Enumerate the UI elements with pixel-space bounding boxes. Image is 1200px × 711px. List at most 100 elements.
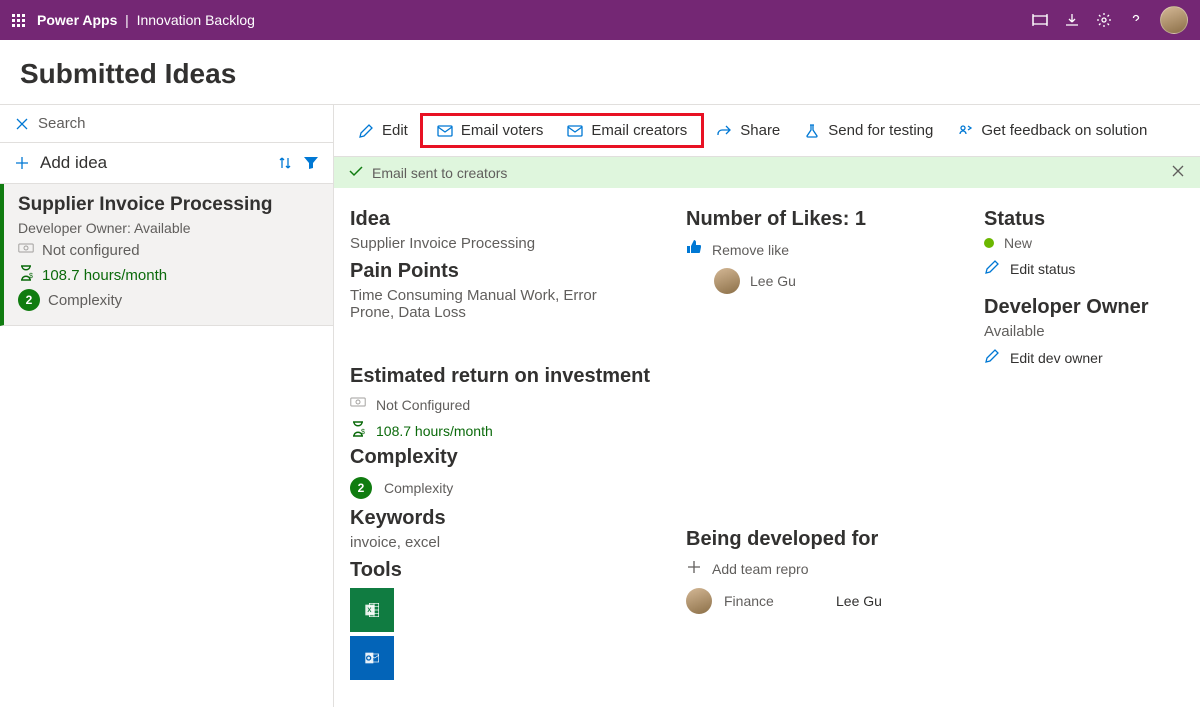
remove-like-row[interactable]: Remove like: [686, 239, 966, 260]
detail-col-right: Status New Edit status Developer Owner A…: [984, 202, 1184, 680]
close-icon[interactable]: [1170, 163, 1186, 182]
roi-not-configured-row: Not Configured: [350, 394, 668, 415]
roi-hours-label: 108.7 hours/month: [376, 423, 493, 439]
keywords-value: invoice, excel: [350, 534, 668, 551]
complexity-row: 2 Complexity: [350, 477, 668, 499]
outlook-icon[interactable]: [350, 636, 394, 680]
email-voters-button[interactable]: Email voters: [425, 118, 556, 143]
svg-text:$: $: [361, 429, 365, 436]
search-input[interactable]: [38, 115, 319, 132]
idea-heading: Idea: [350, 208, 668, 231]
app-title-group: Power Apps | Innovation Backlog: [37, 12, 255, 28]
top-bar-right: [1032, 6, 1188, 34]
idea-card-title: Supplier Invoice Processing: [18, 194, 319, 216]
edit-dev-owner-button[interactable]: Edit dev owner: [984, 348, 1184, 367]
sort-icon[interactable]: [277, 155, 293, 171]
share-icon: [716, 123, 732, 139]
plus-icon: [14, 155, 30, 171]
likes-heading: Number of Likes: 1: [686, 208, 966, 231]
email-voters-label: Email voters: [461, 122, 544, 139]
pencil-icon: [358, 123, 374, 139]
plus-icon: [686, 559, 702, 578]
status-message: Email sent to creators: [372, 165, 507, 181]
detail-panel: Edit Email voters Email creators Share S…: [334, 105, 1200, 707]
clear-search-icon[interactable]: [14, 116, 30, 132]
edit-status-label: Edit status: [1010, 261, 1075, 277]
team-name: Finance: [724, 593, 824, 609]
send-for-testing-button[interactable]: Send for testing: [792, 118, 945, 143]
complexity-heading: Complexity: [350, 446, 668, 469]
get-feedback-button[interactable]: Get feedback on solution: [945, 118, 1159, 143]
liker-row: Lee Gu: [686, 268, 966, 294]
hourglass-icon: $: [18, 265, 34, 285]
send-testing-label: Send for testing: [828, 122, 933, 139]
roi-heading: Estimated return on investment: [350, 365, 668, 388]
app-name: Innovation Backlog: [137, 12, 255, 28]
edit-dev-owner-label: Edit dev owner: [1010, 350, 1103, 366]
excel-icon[interactable]: X: [350, 588, 394, 632]
fit-screen-icon[interactable]: [1032, 12, 1048, 28]
idea-card-complexity-row: 2 Complexity: [18, 289, 319, 311]
dev-owner-value: Available: [984, 323, 1184, 340]
detail-body: Idea Supplier Invoice Processing Pain Po…: [334, 188, 1200, 694]
waffle-icon[interactable]: [12, 14, 25, 27]
hours-label: 108.7 hours/month: [42, 267, 167, 284]
complexity-badge: 2: [18, 289, 40, 311]
add-idea-actions: [277, 155, 319, 171]
highlighted-actions: Email voters Email creators: [420, 113, 704, 148]
email-creators-button[interactable]: Email creators: [555, 118, 699, 143]
status-bar: Email sent to creators: [334, 157, 1200, 188]
user-avatar-small: [686, 588, 712, 614]
add-idea-label: Add idea: [40, 153, 107, 173]
search-row: [0, 105, 333, 143]
search-input-wrap[interactable]: [14, 115, 319, 132]
remove-like-label: Remove like: [712, 242, 789, 258]
check-icon: [348, 163, 364, 182]
idea-card[interactable]: Supplier Invoice Processing Developer Ow…: [0, 184, 333, 326]
add-idea-button[interactable]: Add idea: [14, 153, 107, 173]
toolbar: Edit Email voters Email creators Share S…: [334, 105, 1200, 157]
top-bar: Power Apps | Innovation Backlog: [0, 0, 1200, 40]
liker-name: Lee Gu: [750, 273, 796, 289]
pencil-icon: [984, 259, 1000, 278]
status-value: New: [1004, 235, 1032, 251]
gear-icon[interactable]: [1096, 12, 1112, 28]
share-button[interactable]: Share: [704, 118, 792, 143]
status-dot-icon: [984, 238, 994, 248]
complexity-label: Complexity: [48, 292, 122, 309]
idea-card-owner: Developer Owner: Available: [18, 220, 319, 236]
painpoints-value: Time Consuming Manual Work, Error Prone,…: [350, 287, 630, 321]
mail-icon: [437, 123, 453, 139]
edit-status-button[interactable]: Edit status: [984, 259, 1184, 278]
idea-value: Supplier Invoice Processing: [350, 235, 668, 252]
add-idea-row: Add idea: [0, 143, 333, 184]
roi-not-configured-label: Not Configured: [376, 397, 470, 413]
user-avatar[interactable]: [1160, 6, 1188, 34]
add-team-button[interactable]: Add team repro: [686, 559, 966, 578]
team-user: Lee Gu: [836, 593, 882, 609]
edit-label: Edit: [382, 122, 408, 139]
idea-card-hours-row: $ 108.7 hours/month: [18, 265, 319, 285]
share-label: Share: [740, 122, 780, 139]
edit-button[interactable]: Edit: [346, 118, 420, 143]
thumbs-up-icon: [686, 239, 702, 260]
not-configured-label: Not configured: [42, 242, 140, 259]
complexity-badge: 2: [350, 477, 372, 499]
keywords-heading: Keywords: [350, 507, 668, 530]
feedback-icon: [957, 123, 973, 139]
top-bar-left: Power Apps | Innovation Backlog: [12, 12, 255, 28]
download-icon[interactable]: [1064, 12, 1080, 28]
status-bar-left: Email sent to creators: [348, 163, 507, 182]
left-panel: Add idea Supplier Invoice Processing Dev…: [0, 105, 334, 707]
tool-icons: X: [350, 588, 668, 680]
help-icon[interactable]: [1128, 12, 1144, 28]
email-creators-label: Email creators: [591, 122, 687, 139]
add-team-label: Add team repro: [712, 561, 809, 577]
svg-text:$: $: [29, 273, 33, 280]
filter-icon[interactable]: [303, 155, 319, 171]
detail-col-left: Idea Supplier Invoice Processing Pain Po…: [350, 202, 668, 680]
detail-col-center: Number of Likes: 1 Remove like Lee Gu Be…: [686, 202, 966, 680]
main-layout: Add idea Supplier Invoice Processing Dev…: [0, 104, 1200, 707]
complexity-label: Complexity: [384, 480, 453, 496]
flask-icon: [804, 123, 820, 139]
